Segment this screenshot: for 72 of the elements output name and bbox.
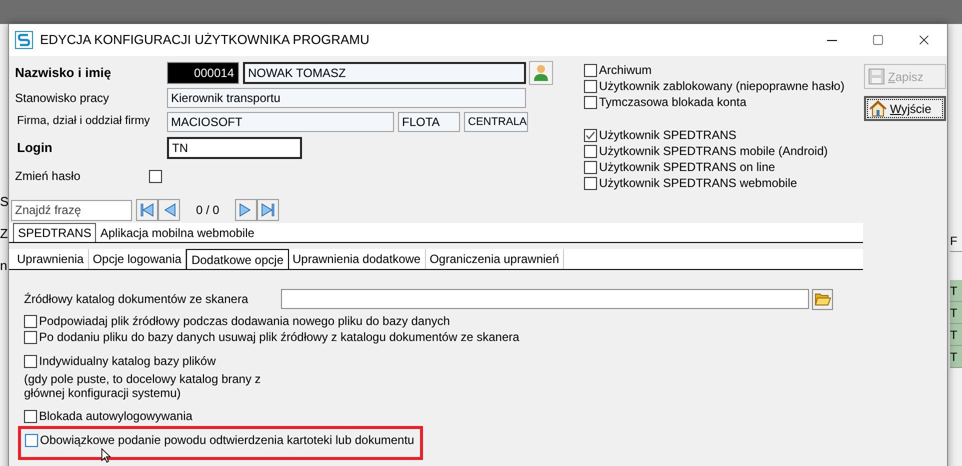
- checkbox[interactable]: [149, 170, 162, 182]
- person-icon: [533, 64, 549, 82]
- checkbox[interactable]: [584, 160, 597, 174]
- app-logo-icon: [15, 31, 33, 49]
- checkbox[interactable]: [24, 314, 37, 328]
- folder-path-field[interactable]: [281, 289, 809, 309]
- background-cell: T: [950, 280, 962, 302]
- name-field[interactable]: NOWAK TOMASZ: [243, 62, 526, 84]
- skip-back-icon: [139, 202, 155, 218]
- background-text: S: [0, 195, 8, 209]
- checkbox[interactable]: [25, 434, 38, 446]
- folder-icon: [814, 292, 830, 306]
- previous-button[interactable]: [158, 199, 180, 221]
- checkbox[interactable]: [584, 80, 597, 92]
- browse-button[interactable]: [812, 288, 833, 310]
- position-field[interactable]: Kierownik transportu: [167, 88, 526, 108]
- checkbox-label: Użytkownik SPEDTRANS mobile (Android): [599, 143, 828, 160]
- user-button[interactable]: [529, 61, 553, 85]
- next-button[interactable]: [235, 199, 258, 221]
- field-label: Stanowisko pracy: [15, 90, 110, 107]
- search-field[interactable]: Znajdź frazę: [11, 200, 132, 220]
- skip-forward-icon: [260, 202, 276, 218]
- checkbox[interactable]: [24, 410, 37, 422]
- background-cell: T: [950, 302, 962, 324]
- checkbox-label: Użytkownik zablokowany (niepoprawne hasło): [599, 78, 844, 95]
- checkbox[interactable]: [584, 64, 597, 76]
- checkbox[interactable]: [584, 144, 597, 158]
- login-field[interactable]: TN: [167, 136, 302, 158]
- house-icon: [869, 100, 887, 117]
- checkbox-label: Użytkownik SPEDTRANS: [599, 127, 736, 144]
- checkbox-label: Użytkownik SPEDTRANS on line: [599, 159, 776, 176]
- tab[interactable]: Uprawnienia dodatkowe: [288, 249, 426, 269]
- checkbox-label: Indywidualny katalog bazy plików: [39, 353, 216, 370]
- company-field[interactable]: MACIOSOFT: [167, 112, 394, 132]
- field-label: Login: [16, 138, 54, 157]
- checkbox-label: Podpowiadaj plik źródłowy podczas dodawania nowego pliku do bazy danych: [39, 313, 450, 330]
- checkbox[interactable]: [584, 176, 597, 190]
- field-label: Nazwisko i imię: [15, 64, 112, 82]
- background-cell: T: [950, 324, 962, 346]
- checkbox-label: Archiwum: [599, 62, 652, 79]
- checkbox[interactable]: [584, 96, 597, 108]
- tab[interactable]: Aplikacja mobilna webmobile: [96, 223, 258, 242]
- tab[interactable]: Ograniczenia uprawnień: [426, 249, 564, 269]
- note-text: (gdy pole puste, to docelowy katalog brany z głównej konfiguracji systemu): [24, 372, 262, 400]
- background-text: n: [0, 259, 8, 273]
- last-button[interactable]: [257, 199, 280, 221]
- tab[interactable]: Uprawnienia: [13, 249, 89, 269]
- checkbox[interactable]: [584, 128, 597, 142]
- checkbox-label: Po dodaniu pliku do bazy danych usuwaj plik źródłowy z katalogu dokumentów ze skanera: [39, 329, 520, 346]
- field-label: Firma, dział i oddział firmy: [16, 114, 151, 130]
- window-title: EDYCJA KONFIGURACJI UŻYTKOWNIKA PROGRAMU: [40, 31, 370, 50]
- department-field[interactable]: FLOTA: [398, 112, 460, 132]
- field-label: Zmień hasło: [15, 168, 82, 185]
- tab[interactable]: Dodatkowe opcje: [186, 249, 288, 269]
- checkbox[interactable]: [24, 354, 37, 368]
- background-cell: T: [950, 346, 962, 368]
- background-text: Z: [0, 227, 8, 241]
- checkmark-icon: [585, 130, 596, 140]
- tab[interactable]: SPEDTRANS: [13, 223, 96, 242]
- branch-field[interactable]: CENTRALA: [464, 112, 528, 132]
- field-label: Źródłowy katalog dokumentów ze skanera: [24, 291, 250, 308]
- result-counter: 0 / 0: [196, 202, 220, 219]
- checkbox-label: Użytkownik SPEDTRANS webmobile: [599, 175, 798, 192]
- id-field: 000014: [167, 62, 239, 84]
- checkbox-label: Blokada autowylogowywania: [39, 408, 192, 425]
- checkbox-label: Tymczasowa blokada konta: [599, 94, 746, 111]
- checkbox-label: Obowiązkowe podanie powodu odtwierdzenia kartoteki lub dokumentu: [40, 432, 414, 449]
- maximize-icon: [872, 34, 884, 46]
- exit-button[interactable]: Wyjście: [864, 96, 946, 121]
- checkbox[interactable]: [24, 330, 37, 344]
- mouse-cursor-icon: [101, 448, 111, 463]
- first-button[interactable]: [136, 199, 158, 221]
